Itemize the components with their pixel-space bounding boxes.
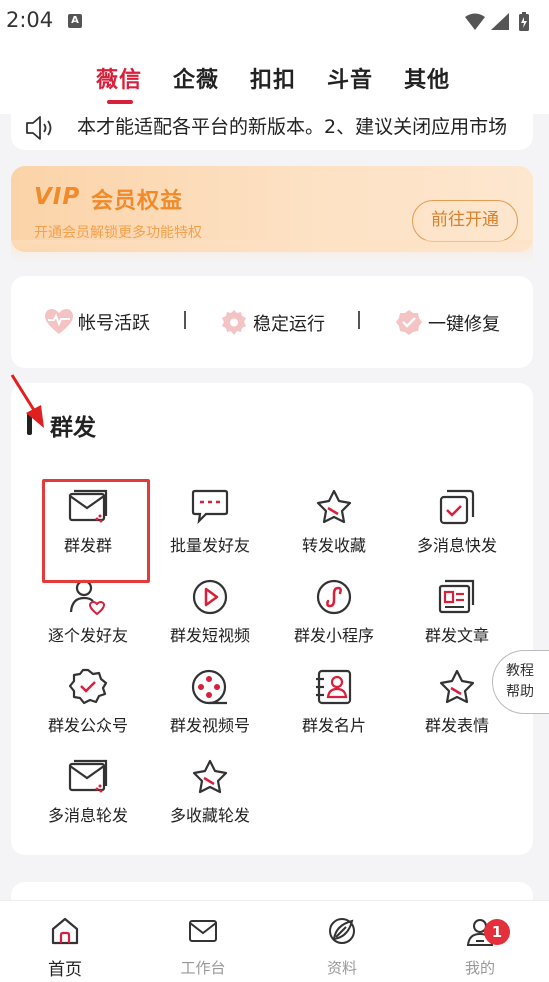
account-active-item[interactable]: 帐号活跃 [44,308,150,336]
stable-run-label: 稳定运行 [253,314,325,335]
account-active-label: 帐号活跃 [78,313,150,334]
nav-workbench-label: 工作台 [180,959,226,977]
vip-logo: VIP [34,184,81,210]
one-key-repair-item[interactable]: 一键修复 [394,308,500,338]
wifi-signal-battery-icon [465,12,529,31]
forward-favorites-label: 转发收藏 [301,536,366,555]
film-reel-icon [155,668,265,708]
group-send-article[interactable]: 群发文章 [402,578,512,646]
vip-card-shadow [11,240,533,262]
group-send-mini-program-label: 群发小程序 [293,626,374,645]
send-friends-one-by-one[interactable]: 逐个发好友 [33,578,143,646]
batch-send-friends-label: 批量发好友 [169,536,250,555]
group-send-business-card-label: 群发名片 [301,716,366,735]
send-friends-one-by-one-label: 逐个发好友 [47,626,128,645]
group-send-official-account[interactable]: 群发公众号 [33,668,143,736]
group-send-business-card[interactable]: 群发名片 [279,668,389,736]
chat-bubble-icon [155,488,265,528]
tab-koukou[interactable]: 扣扣 [250,62,296,94]
group-send-channels[interactable]: 群发视频号 [155,668,265,736]
nav-home[interactable]: 首页 [25,915,105,980]
badge-check-icon [396,310,422,335]
nav-mine[interactable]: 我的 1 [440,915,520,978]
notification-icon: A [68,14,82,28]
speaker-icon [24,113,56,147]
envelope-icon [163,915,243,951]
play-icon [155,578,265,618]
stacked-check-icon [402,488,512,528]
nav-materials-label: 资料 [326,959,357,977]
group-send-card: 群发 群发群 批量发好友 转发收藏 多消息快发 逐个发好友 群发短视频 群发小程… [11,383,533,855]
pointer-arrow-icon [10,374,44,428]
star-icon [279,488,389,528]
account-status-card: 帐号活跃 稳定运行 一键修复 [11,276,533,368]
compass-leaf-icon [302,915,382,951]
group-send-channels-label: 群发视频号 [169,716,250,735]
multi-favorites-rotation[interactable]: 多收藏轮发 [155,758,265,826]
group-send-article-label: 群发文章 [424,626,489,645]
home-icon [25,915,105,951]
group-send-official-account-label: 群发公众号 [47,716,128,735]
batch-send-friends[interactable]: 批量发好友 [155,488,265,556]
envelope-icon [33,758,143,798]
vip-subtitle: 开通会员解锁更多功能特权 [34,225,202,241]
multi-message-rotation[interactable]: 多消息轮发 [33,758,143,826]
article-card-icon [402,578,512,618]
notice-banner[interactable]: 本才能适配各平台的新版本。2、建议关闭应用市场 [11,108,533,150]
status-time: 2:04 [6,8,54,32]
one-key-repair-label: 一键修复 [428,314,500,335]
multi-message-quick-send-label: 多消息快发 [416,536,497,555]
stable-run-item[interactable]: 稳定运行 [219,308,325,338]
vip-open-button[interactable]: 前往开通 [412,200,518,242]
tab-weixin[interactable]: 薇信 [96,62,142,104]
group-send-short-video-label: 群发短视频 [169,626,250,645]
mini-program-icon [279,578,389,618]
notification-badge: 1 [484,919,510,945]
system-icons [463,11,539,37]
group-send-mini-program[interactable]: 群发小程序 [279,578,389,646]
divider [184,311,186,329]
tutorial-help-button[interactable]: 教程 帮助 [492,650,549,714]
heart-pulse-icon [45,309,73,334]
group-send-short-video[interactable]: 群发短视频 [155,578,265,646]
nav-mine-label: 我的 [464,959,495,977]
badge-check-icon [33,668,143,708]
divider [358,311,360,329]
tab-douyin[interactable]: 斗音 [327,62,373,94]
nav-materials[interactable]: 资料 [302,915,382,978]
forward-favorites[interactable]: 转发收藏 [279,488,389,556]
star-icon [155,758,265,798]
multi-message-rotation-label: 多消息轮发 [47,806,128,825]
tab-qiwei[interactable]: 企薇 [173,62,219,94]
nav-home-label: 首页 [48,960,82,980]
multi-favorites-rotation-label: 多收藏轮发 [169,806,250,825]
group-send-stickers-label: 群发表情 [424,716,489,735]
help-line-1: 教程 [506,663,534,679]
nav-workbench[interactable]: 工作台 [163,915,243,978]
highlight-box [42,479,150,583]
help-line-2: 帮助 [506,684,534,700]
notice-text: 本才能适配各平台的新版本。2、建议关闭应用市场 [77,116,508,138]
tab-other[interactable]: 其他 [404,62,450,94]
multi-message-quick-send[interactable]: 多消息快发 [402,488,512,556]
vip-title: 会员权益 [91,189,184,214]
top-tab-bar: 薇信 企薇 扣扣 斗音 其他 [0,44,549,114]
contact-card-icon [279,668,389,708]
status-bar: 2:04 A [0,0,549,44]
section-title: 群发 [50,415,96,441]
gear-icon [222,310,246,335]
person-heart-icon [33,578,143,618]
bottom-nav: 首页 工作台 资料 我的 1 [0,900,549,982]
